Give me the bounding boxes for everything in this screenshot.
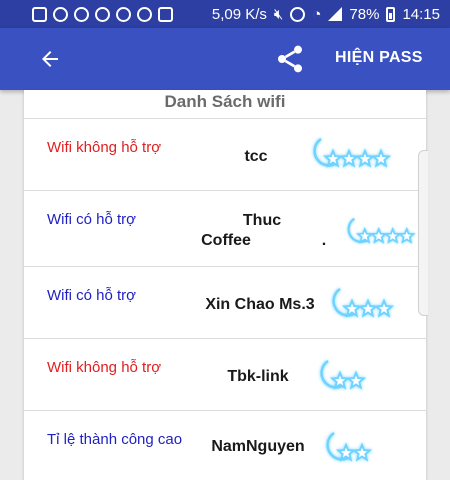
chat-icon xyxy=(74,6,89,22)
signal-icon xyxy=(328,7,343,21)
show-password-button[interactable]: HIỆN PASS xyxy=(335,49,423,67)
signal-stars-icon xyxy=(326,431,373,462)
wifi-name: Xin Chao Ms.3 xyxy=(205,296,315,313)
signal-stars-icon xyxy=(332,287,395,318)
star-icon xyxy=(329,370,351,390)
star-icon xyxy=(369,226,388,244)
clock-app-icon xyxy=(137,6,152,22)
whatsapp-icon xyxy=(95,6,110,22)
mute-icon: 🔇︎ xyxy=(273,5,284,23)
network-speed: 5,09 K/s xyxy=(211,5,267,23)
mail-icon xyxy=(32,6,47,22)
star-icon xyxy=(370,148,392,168)
battery-icon xyxy=(386,6,396,22)
u-icon xyxy=(116,6,131,22)
star-icon xyxy=(355,226,374,244)
wifi-support-status: Wifi không hỗ trợ xyxy=(47,139,162,156)
clock-time: 14:15 xyxy=(402,5,440,23)
notification-icons xyxy=(32,6,173,22)
list-item[interactable]: Wifi có hỗ trợ Thuc Coffee . xyxy=(24,190,426,266)
star-icon xyxy=(338,148,360,168)
signal-stars-icon xyxy=(347,217,416,244)
battery-percent: 78% xyxy=(349,5,380,23)
wifi-support-status: Wifi có hỗ trợ xyxy=(47,211,137,228)
list-item[interactable]: Tỉ lệ thành công cao NamNguyen xyxy=(24,410,426,480)
wifi-name-line2: Coffee xyxy=(201,232,251,249)
wifi-support-status: Wifi không hỗ trợ xyxy=(47,359,162,376)
list-title: Danh Sách wifi xyxy=(164,92,286,111)
star-icon xyxy=(345,370,367,390)
star-icon xyxy=(335,442,357,462)
wifi-name: NamNguyen xyxy=(211,438,305,455)
signal-stars-icon xyxy=(313,137,392,168)
side-scroll-handle[interactable] xyxy=(418,150,428,316)
wifi-name-line1: Thuc xyxy=(242,212,282,229)
star-icon xyxy=(373,298,395,318)
wifi-support-status: Wifi có hỗ trợ xyxy=(47,287,137,304)
messenger-icon xyxy=(53,6,68,22)
star-icon xyxy=(383,226,402,244)
star-icon xyxy=(397,226,416,244)
list-item[interactable]: Wifi có hỗ trợ Xin Chao Ms.3 xyxy=(24,266,426,338)
wifi-name-extra: . xyxy=(321,232,327,249)
list-item[interactable]: Wifi không hỗ trợ tcc xyxy=(24,118,426,190)
signal-stars-icon xyxy=(320,359,367,390)
gallery-icon xyxy=(158,6,173,22)
star-icon xyxy=(322,148,344,168)
star-icon xyxy=(354,148,376,168)
wifi-icon: ◔ xyxy=(312,5,322,23)
wifi-support-status: Tỉ lệ thành công cao xyxy=(47,431,183,448)
wifi-name: Tbk-link xyxy=(227,368,289,385)
status-bar: 5,09 K/s 🔇︎ ◔ 78% 14:15 xyxy=(0,0,450,28)
star-icon xyxy=(351,442,373,462)
system-icons: 5,09 K/s 🔇︎ ◔ 78% 14:15 xyxy=(212,6,440,23)
alarm-icon xyxy=(290,6,306,22)
app-bar: HIỆN PASS xyxy=(0,28,450,90)
wifi-name: tcc xyxy=(244,148,268,165)
share-icon[interactable] xyxy=(274,43,306,75)
list-item[interactable]: Wifi không hỗ trợ Tbk-link xyxy=(24,338,426,410)
star-icon xyxy=(341,298,363,318)
back-arrow-icon[interactable] xyxy=(38,47,62,71)
wifi-list-card: Danh Sách wifi Wifi không hỗ trợ tcc Wif… xyxy=(24,90,426,480)
star-icon xyxy=(357,298,379,318)
